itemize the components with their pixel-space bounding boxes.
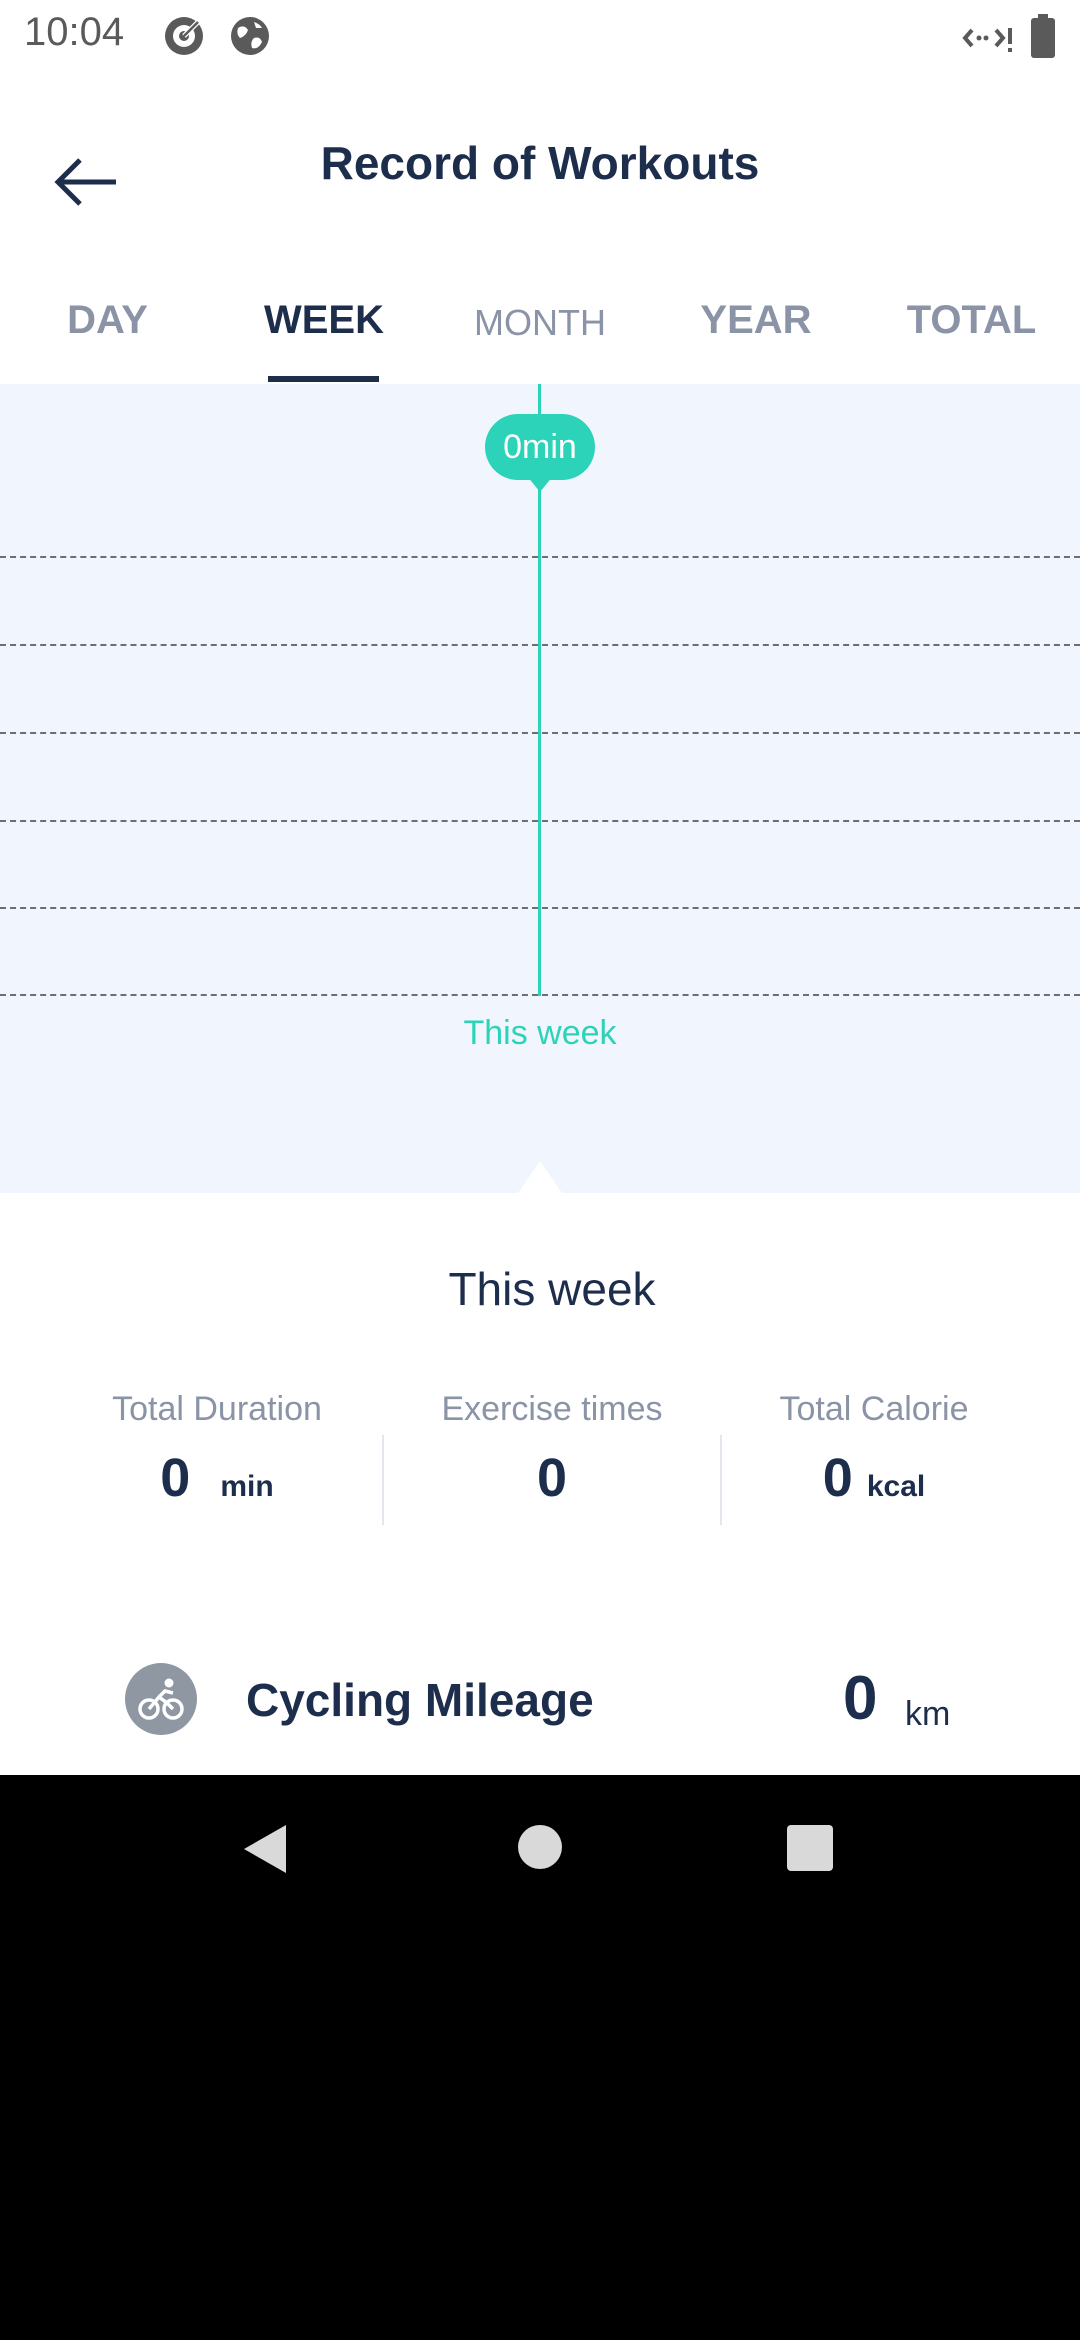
tab-year[interactable]: YEAR — [695, 298, 817, 343]
stat-total-duration: Total Duration 0 min — [52, 1390, 382, 1509]
page-title: Record of Workouts — [320, 137, 760, 189]
stat-exercise-times: Exercise times 0 — [387, 1390, 717, 1509]
duration-unit: min — [220, 1470, 274, 1503]
app-screen: 10:04 Record of Workouts DAY WEEK MONTH … — [0, 0, 1080, 1775]
chart-tooltip-pointer — [527, 476, 553, 492]
bicycle-icon — [125, 1663, 197, 1735]
stat-value: 0 kcal — [709, 1447, 1039, 1509]
tab-week[interactable]: WEEK — [250, 298, 398, 343]
status-time: 10:04 — [24, 10, 125, 54]
chart-tooltip: 0min — [485, 414, 595, 480]
nav-recents-button[interactable] — [786, 1824, 834, 1877]
home-circle-icon — [518, 1825, 562, 1869]
tab-day[interactable]: DAY — [50, 298, 165, 343]
stat-label: Exercise times — [441, 1390, 663, 1428]
stat-value: 0 min — [52, 1447, 382, 1509]
cycling-mileage-row[interactable]: Cycling Mileage 0 km — [0, 1655, 1080, 1765]
calorie-value: 0 — [822, 1448, 853, 1508]
period-title: This week — [448, 1263, 656, 1315]
stat-total-calorie: Total Calorie 0 kcal — [709, 1390, 1039, 1509]
globe-icon — [228, 14, 272, 63]
period-tabs: DAY WEEK MONTH YEAR TOTAL — [0, 280, 1080, 384]
workout-chart[interactable]: 0min This week — [0, 384, 1080, 1193]
back-triangle-icon — [244, 1825, 286, 1873]
battery-icon — [1030, 14, 1056, 63]
target-icon — [162, 14, 206, 63]
chart-selection-notch — [518, 1161, 562, 1193]
cycling-value: 0 — [843, 1664, 878, 1733]
stat-label: Total Calorie — [779, 1390, 969, 1428]
stat-label: Total Duration — [112, 1390, 322, 1428]
nav-back-button[interactable] — [240, 1821, 290, 1882]
system-nav-bar — [0, 1775, 1080, 1920]
calorie-unit: kcal — [866, 1470, 926, 1503]
cycling-unit: km — [905, 1695, 951, 1733]
duration-value: 0 — [160, 1448, 191, 1508]
recents-square-icon — [787, 1825, 833, 1871]
app-bar: Record of Workouts — [0, 110, 1080, 220]
exercise-times-value: 0 — [536, 1448, 568, 1508]
tab-indicator — [268, 376, 379, 382]
divider — [382, 1435, 384, 1525]
status-bar: 10:04 — [0, 0, 1080, 72]
cycling-label: Cycling Mileage — [246, 1674, 594, 1726]
nav-home-button[interactable] — [517, 1824, 563, 1875]
tab-total[interactable]: TOTAL — [904, 298, 1039, 343]
data-saver-icon — [962, 18, 1016, 63]
tab-month[interactable]: MONTH — [468, 302, 612, 344]
chart-x-label[interactable]: This week — [0, 1014, 1080, 1053]
